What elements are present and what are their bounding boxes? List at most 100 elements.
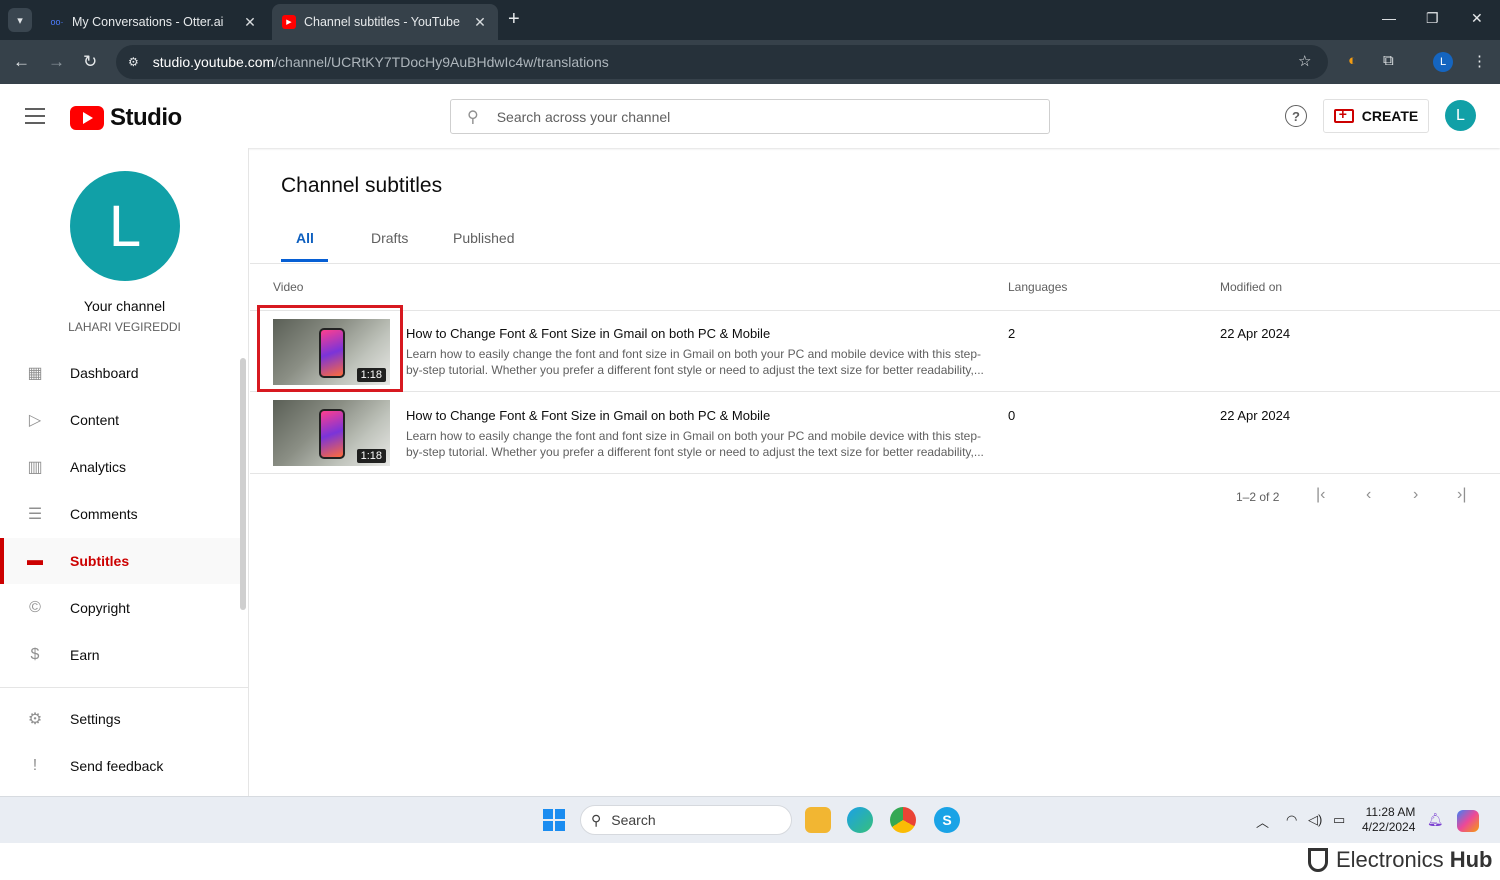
tab-title: Channel subtitles - YouTube Stu: [304, 15, 464, 29]
sidebar-item-dashboard[interactable]: ▦ Dashboard: [0, 350, 240, 396]
close-tab-icon[interactable]: ✕: [242, 14, 258, 31]
youtube-favicon-icon: ▶: [282, 15, 296, 29]
sidebar-item-analytics[interactable]: ▥ Analytics: [0, 444, 240, 490]
sidebar-item-copyright[interactable]: © Copyright: [0, 585, 240, 631]
next-page-icon[interactable]: ›: [1413, 486, 1418, 504]
close-tab-icon[interactable]: ✕: [472, 14, 488, 31]
watermark-left: Electronics: [1336, 847, 1444, 872]
new-tab-icon[interactable]: +: [508, 8, 520, 31]
tab-search-dropdown-icon[interactable]: ▾: [8, 8, 32, 32]
help-icon[interactable]: ?: [1285, 105, 1307, 127]
notification-bell-icon[interactable]: 🔔︎: [1427, 812, 1444, 828]
subtitles-icon: ▬: [27, 552, 43, 569]
watermark-right: Hub: [1449, 847, 1493, 872]
your-channel-label: Your channel: [83, 298, 166, 314]
sidebar-item-label: Earn: [70, 647, 100, 663]
menu-kebab-icon[interactable]: ⋮: [1472, 52, 1487, 70]
first-page-icon[interactable]: |‹: [1316, 486, 1325, 504]
earn-icon: $: [30, 646, 40, 663]
gear-icon: ⚙: [27, 711, 43, 728]
url-path: /channel/UCRtKY7TDocHy9AuBHdwIc4w/transl…: [274, 54, 609, 70]
table-row[interactable]: 1:18 How to Change Font & Font Size in G…: [250, 391, 1500, 472]
close-window-icon[interactable]: ✕: [1471, 10, 1483, 27]
windows-start-icon[interactable]: [543, 809, 565, 831]
modified-date: 22 Apr 2024: [1220, 326, 1291, 341]
video-title[interactable]: How to Change Font & Font Size in Gmail …: [406, 326, 770, 341]
channel-avatar[interactable]: L: [70, 171, 180, 281]
back-icon[interactable]: ←: [13, 52, 30, 72]
sidebar-scrollbar[interactable]: [240, 358, 246, 610]
last-page-icon[interactable]: ›|: [1457, 486, 1466, 504]
highlight-box: [257, 305, 403, 392]
volume-icon[interactable]: ◁): [1308, 812, 1322, 828]
sidebar-item-content[interactable]: ▷ Content: [0, 397, 240, 443]
clock[interactable]: 11:28 AM 4/22/2024: [1362, 805, 1415, 835]
sidebar-item-feedback[interactable]: ! Send feedback: [0, 743, 240, 789]
extensions-puzzle-icon[interactable]: ⧉: [1383, 52, 1394, 69]
channel-name: LAHARI VEGIREDDI: [68, 320, 181, 334]
sidebar-item-earn[interactable]: $ Earn: [0, 632, 240, 678]
extension-icon[interactable]: ◐: [1348, 52, 1357, 69]
clock-time: 11:28 AM: [1365, 805, 1416, 819]
minimize-icon[interactable]: —: [1382, 10, 1396, 26]
bookmark-star-icon[interactable]: ☆: [1298, 52, 1311, 70]
create-label: CREATE: [1361, 108, 1419, 124]
table-row[interactable]: 1:18 How to Change Font & Font Size in G…: [250, 310, 1500, 391]
site-info-icon[interactable]: ⚙: [128, 55, 139, 69]
forward-icon[interactable]: →: [48, 52, 65, 72]
reload-icon[interactable]: ↻: [83, 52, 97, 72]
battery-icon[interactable]: ▭: [1333, 812, 1345, 828]
analytics-icon: ▥: [27, 459, 43, 476]
video-description: Learn how to easily change the font and …: [406, 429, 984, 459]
sidebar: L Your channel LAHARI VEGIREDDI ▦ Dashbo…: [0, 148, 249, 796]
browser-tab-studio[interactable]: ▶ Channel subtitles - YouTube Stu ✕: [272, 4, 498, 40]
browser-tab-otter[interactable]: oo· My Conversations - Otter.ai ✕: [40, 4, 268, 40]
channel-search-input[interactable]: ⚲ Search across your channel: [450, 99, 1050, 134]
create-button[interactable]: CREATE: [1323, 99, 1429, 133]
column-header-modified: Modified on: [1220, 280, 1283, 294]
windows-taskbar: ⚲ Search S ︿ ◠ ◁) ▭ 11:28 AM 4/22/2024 🔔…: [0, 796, 1500, 843]
tab-drafts[interactable]: Drafts: [371, 230, 408, 246]
video-title[interactable]: How to Change Font & Font Size in Gmail …: [406, 408, 770, 423]
clock-date: 4/22/2024: [1362, 820, 1416, 834]
studio-logo[interactable]: Studio: [70, 104, 182, 132]
url-host: studio.youtube.com: [152, 54, 275, 70]
skype-icon[interactable]: S: [934, 807, 960, 833]
languages-count: 2: [1008, 326, 1016, 341]
tab-published[interactable]: Published: [453, 230, 515, 246]
video-thumbnail[interactable]: 1:18: [273, 400, 390, 466]
studio-header: Studio ⚲ Search across your channel ? CR…: [0, 84, 1500, 148]
tabs-divider: [250, 263, 1500, 264]
taskbar-search[interactable]: ⚲ Search: [580, 805, 792, 835]
account-avatar[interactable]: L: [1445, 100, 1476, 131]
sidebar-item-label: Copyright: [70, 600, 130, 616]
sidebar-item-comments[interactable]: ☰ Comments: [0, 491, 240, 537]
edge-icon[interactable]: [847, 807, 873, 833]
file-explorer-icon[interactable]: [805, 807, 831, 833]
sidebar-item-settings[interactable]: ⚙ Settings: [0, 696, 240, 742]
browser-profile-avatar[interactable]: L: [1433, 52, 1453, 72]
sidebar-item-label: Settings: [70, 711, 121, 727]
active-tab-indicator: [281, 259, 328, 262]
browser-tab-bar: ▾ oo· My Conversations - Otter.ai ✕ ▶ Ch…: [0, 0, 1500, 40]
search-icon: ⚲: [467, 108, 479, 126]
modified-date: 22 Apr 2024: [1220, 408, 1291, 423]
url-field[interactable]: ⚙ studio.youtube.com/channel/UCRtKY7TDoc…: [116, 45, 1328, 79]
phone-image: [319, 409, 345, 459]
sidebar-item-label: Send feedback: [70, 758, 164, 774]
chrome-icon[interactable]: [890, 807, 916, 833]
previous-page-icon[interactable]: ‹: [1366, 486, 1371, 504]
search-icon: ⚲: [591, 811, 602, 828]
copyright-icon: ©: [29, 599, 41, 616]
wifi-icon[interactable]: ◠: [1286, 812, 1297, 828]
row-divider: [250, 473, 1500, 474]
comments-icon: ☰: [27, 506, 43, 523]
tray-overflow-icon[interactable]: ︿: [1256, 812, 1269, 831]
sidebar-item-subtitles[interactable]: ▬ Subtitles: [0, 538, 240, 584]
languages-count: 0: [1008, 408, 1016, 423]
hamburger-menu-icon[interactable]: [25, 108, 45, 129]
tab-all[interactable]: All: [296, 230, 314, 246]
column-header-video: Video: [273, 280, 304, 294]
restore-icon[interactable]: ❐: [1426, 10, 1439, 27]
copilot-icon[interactable]: [1457, 810, 1479, 832]
